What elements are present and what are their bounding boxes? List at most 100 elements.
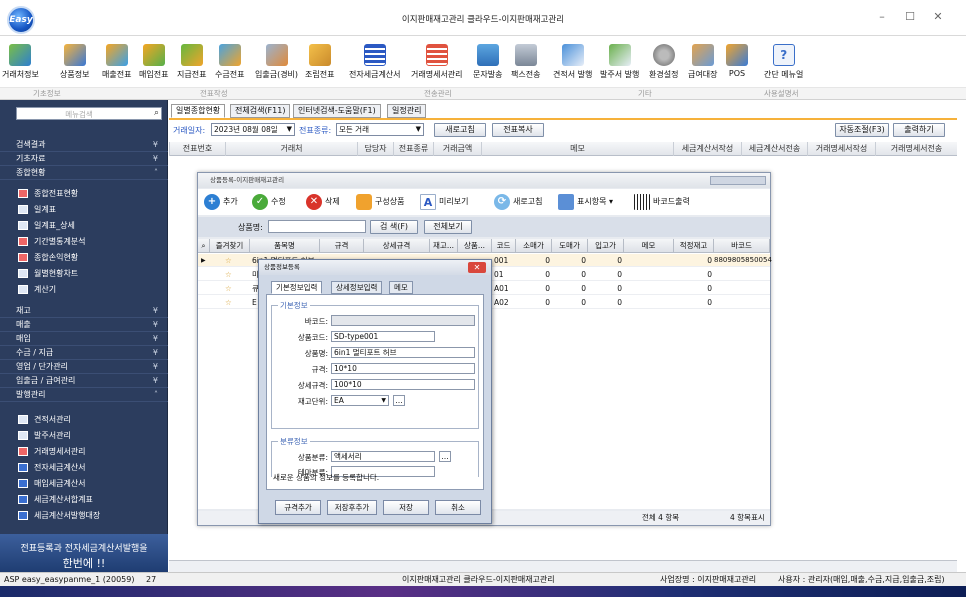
date-picker[interactable]: 2023년 08월 08일 ▼ (211, 123, 295, 136)
ribbon-pos-button[interactable]: POS (726, 44, 748, 78)
nav-item-summary-slips[interactable]: 종합전표현황 (14, 186, 164, 201)
col-header[interactable]: 담당자 (357, 142, 393, 156)
product-search-input[interactable] (268, 220, 366, 233)
edit-button[interactable]: ✓ 수정 (252, 193, 286, 211)
class-browse-button[interactable]: … (439, 451, 451, 462)
add-spec-button[interactable]: 규격추가 (275, 500, 321, 515)
barcode-field[interactable] (331, 315, 475, 326)
nav-item-statement[interactable]: 거래명세서관리 (14, 444, 164, 459)
col-header[interactable]: 도매가 (552, 239, 588, 253)
detail-spec-field[interactable]: 100*10 (331, 379, 475, 390)
save-and-add-button[interactable]: 저장후추가 (327, 500, 377, 515)
ribbon-collect-button[interactable]: 수금전표 (215, 44, 244, 80)
save-button[interactable]: 저장 (383, 500, 429, 515)
nav-item-order[interactable]: 발주서관리 (14, 428, 164, 443)
col-header[interactable]: 바코드 (714, 239, 770, 253)
minimize-icon[interactable]: – (872, 9, 892, 25)
delete-button[interactable]: ✕ 삭제 (306, 193, 340, 211)
star-icon[interactable]: ☆ (225, 282, 232, 295)
ribbon-einvoice-button[interactable]: 전자세금계산서 (349, 44, 401, 80)
ribbon-cash-button[interactable]: 입출금(경비) (255, 44, 298, 80)
nav-item-einvoice[interactable]: 전자세금계산서 (14, 460, 164, 475)
ribbon-manual-button[interactable]: ? 간단 메뉴얼 (764, 44, 803, 80)
ribbon-customer-button[interactable]: 거래처정보 (2, 44, 39, 80)
nav-section-purchase[interactable]: 매입 ¥ (0, 332, 168, 346)
type-select[interactable]: 모든 거래 ▼ (336, 123, 424, 136)
nav-section-search-results[interactable]: 검색결과 ¥ (0, 138, 168, 152)
ribbon-fax-button[interactable]: 팩스전송 (511, 44, 540, 80)
col-header[interactable]: 거래금액 (433, 142, 481, 156)
col-header[interactable]: 세금계산서작성 (673, 142, 741, 156)
ribbon-order-button[interactable]: 발주서 발행 (600, 44, 639, 80)
nav-item-estimate[interactable]: 견적서관리 (14, 412, 164, 427)
show-all-button[interactable]: 전체보기 (424, 220, 472, 234)
barcode-print-button[interactable]: 바코드출력 (634, 193, 690, 211)
nav-item-profit[interactable]: 종합손익현황 (14, 250, 164, 265)
display-items-button[interactable]: 표시항목 ▾ (558, 193, 613, 211)
nav-item-monthly-chart[interactable]: 월별현황차트 (14, 266, 164, 281)
nav-section-basic[interactable]: 기초자료 ¥ (0, 152, 168, 166)
ribbon-estimate-button[interactable]: 견적서 발행 (553, 44, 592, 80)
col-header[interactable]: 전표번호 (169, 142, 225, 156)
close-icon[interactable]: ✕ (928, 9, 948, 25)
menu-search-input[interactable]: 메뉴검색 ⌕ (16, 107, 162, 120)
search-button[interactable]: 검 색(F) (370, 220, 418, 234)
ribbon-payroll-button[interactable]: 급여대장 (688, 44, 717, 80)
col-header[interactable]: 거래명세서작성 (807, 142, 875, 156)
ribbon-product-button[interactable]: 상품정보 (60, 44, 89, 80)
nav-section-cash[interactable]: 입출금 / 급여관리 ¥ (0, 374, 168, 388)
col-header[interactable]: 입고가 (588, 239, 624, 253)
ribbon-assembly-button[interactable]: 조립전표 (305, 44, 334, 80)
tab-search-all[interactable]: 전체검색(F11) (230, 104, 291, 118)
nav-item-purchase-invoice[interactable]: 매입세금계산서 (14, 476, 164, 491)
ribbon-purchase-button[interactable]: 매입전표 (139, 44, 168, 80)
tab-basic-info[interactable]: 기본정보입력 (271, 281, 323, 294)
col-header[interactable]: 재고... (430, 239, 458, 253)
col-header[interactable]: 규격 (320, 239, 364, 253)
add-button[interactable]: + 추가 (204, 193, 238, 211)
nav-item-calculator[interactable]: 계산기 (14, 282, 164, 297)
product-code-field[interactable]: SD-type001 (331, 331, 435, 342)
tab-schedule[interactable]: 일정관리 (387, 104, 427, 118)
print-button[interactable]: 출력하기 (893, 123, 945, 137)
refresh-button[interactable]: 새로고침 (434, 123, 486, 137)
star-icon[interactable]: ☆ (225, 296, 232, 309)
nav-section-collect[interactable]: 수금 / 지급 ¥ (0, 346, 168, 360)
col-header[interactable]: 적정재고 (674, 239, 714, 253)
search-icon[interactable]: ⌕ (154, 108, 159, 118)
nav-item-invoice-ledger[interactable]: 세금계산서발행대장 (14, 508, 164, 523)
nav-item-daily[interactable]: 일계표 (14, 202, 164, 217)
copy-slip-button[interactable]: 전표복사 (492, 123, 544, 137)
col-header[interactable]: 즐겨찾기 (210, 239, 250, 253)
col-header[interactable]: 거래명세서전송 (875, 142, 957, 156)
unit-browse-button[interactable]: … (393, 395, 405, 406)
nav-section-sales[interactable]: 매출 ¥ (0, 318, 168, 332)
grid-search-icon[interactable]: ⌕ (198, 239, 210, 253)
product-class-field[interactable]: 액세서리 (331, 451, 435, 462)
refresh-button[interactable]: ⟳ 새로고침 (494, 193, 542, 211)
tab-daily-summary[interactable]: 일별종합현황 (171, 104, 226, 118)
autosize-button[interactable]: 자동조절(F3) (835, 123, 889, 137)
ribbon-sales-button[interactable]: 매출전표 (102, 44, 131, 80)
nav-item-daily-detail[interactable]: 일계표_상세 (14, 218, 164, 233)
star-icon[interactable]: ☆ (225, 268, 232, 281)
preview-button[interactable]: A 미리보기 (420, 193, 468, 211)
ribbon-sms-button[interactable]: 문자발송 (473, 44, 502, 80)
col-header[interactable]: 메모 (624, 239, 674, 253)
window-controls[interactable] (710, 176, 766, 185)
close-icon[interactable]: ✕ (468, 262, 486, 273)
ribbon-settings-button[interactable]: 환경설정 (649, 44, 678, 80)
nav-section-pricing[interactable]: 영업 / 단가관리 ¥ (0, 360, 168, 374)
col-header[interactable]: 코드 (492, 239, 516, 253)
maximize-icon[interactable]: ☐ (900, 9, 920, 25)
nav-section-stock[interactable]: 재고 ¥ (0, 304, 168, 318)
bundle-button[interactable]: 구성상품 (356, 193, 404, 211)
tab-memo[interactable]: 메모 (389, 281, 413, 294)
col-header[interactable]: 상세규격 (364, 239, 430, 253)
product-name-field[interactable]: 6in1 멀티포트 허브 (331, 347, 475, 358)
unit-select[interactable]: EA ▼ (331, 395, 389, 406)
nav-section-summary[interactable]: 종합현황 ˄ (0, 166, 168, 180)
col-header[interactable]: 메모 (481, 142, 673, 156)
col-header[interactable]: 품목명 (250, 239, 320, 253)
nav-section-issue[interactable]: 발행관리 ˄ (0, 388, 168, 402)
